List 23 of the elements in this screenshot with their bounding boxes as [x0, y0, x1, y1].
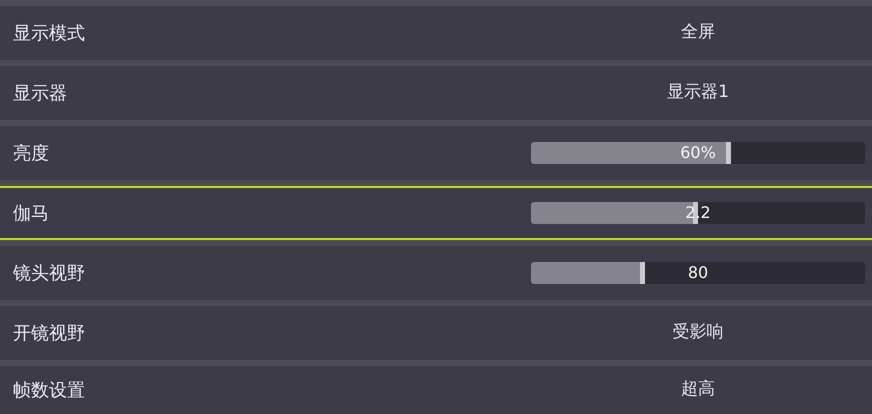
setting-value: 受影响	[672, 321, 724, 344]
setting-label: 显示器	[13, 82, 67, 106]
slider-reading: 80	[688, 262, 708, 284]
setting-label: 显示模式	[13, 22, 85, 46]
setting-row[interactable]: 显示模式 全屏	[0, 6, 872, 60]
setting-label: 帧数设置	[13, 378, 85, 402]
setting-value: 超高	[681, 378, 715, 402]
setting-row[interactable]: 伽马 2.2	[0, 186, 872, 240]
slider-track[interactable]: 2.2	[531, 202, 865, 224]
setting-row[interactable]: 开镜视野 受影响	[0, 306, 872, 360]
setting-value: 显示器1	[667, 81, 729, 104]
setting-row[interactable]: 镜头视野 80	[0, 246, 872, 300]
slider-reading: 2.2	[685, 202, 711, 224]
slider-reading: 60%	[680, 142, 716, 164]
slider-track[interactable]: 80	[531, 262, 865, 284]
setting-row[interactable]: 显示器 显示器1	[0, 66, 872, 120]
setting-label: 镜头视野	[13, 262, 85, 286]
setting-label: 开镜视野	[13, 322, 85, 346]
setting-label: 亮度	[13, 142, 49, 166]
setting-value: 全屏	[681, 21, 715, 44]
setting-row[interactable]: 帧数设置 超高	[0, 366, 872, 414]
setting-row[interactable]: 亮度 60%	[0, 126, 872, 180]
setting-label: 伽马	[13, 202, 49, 226]
